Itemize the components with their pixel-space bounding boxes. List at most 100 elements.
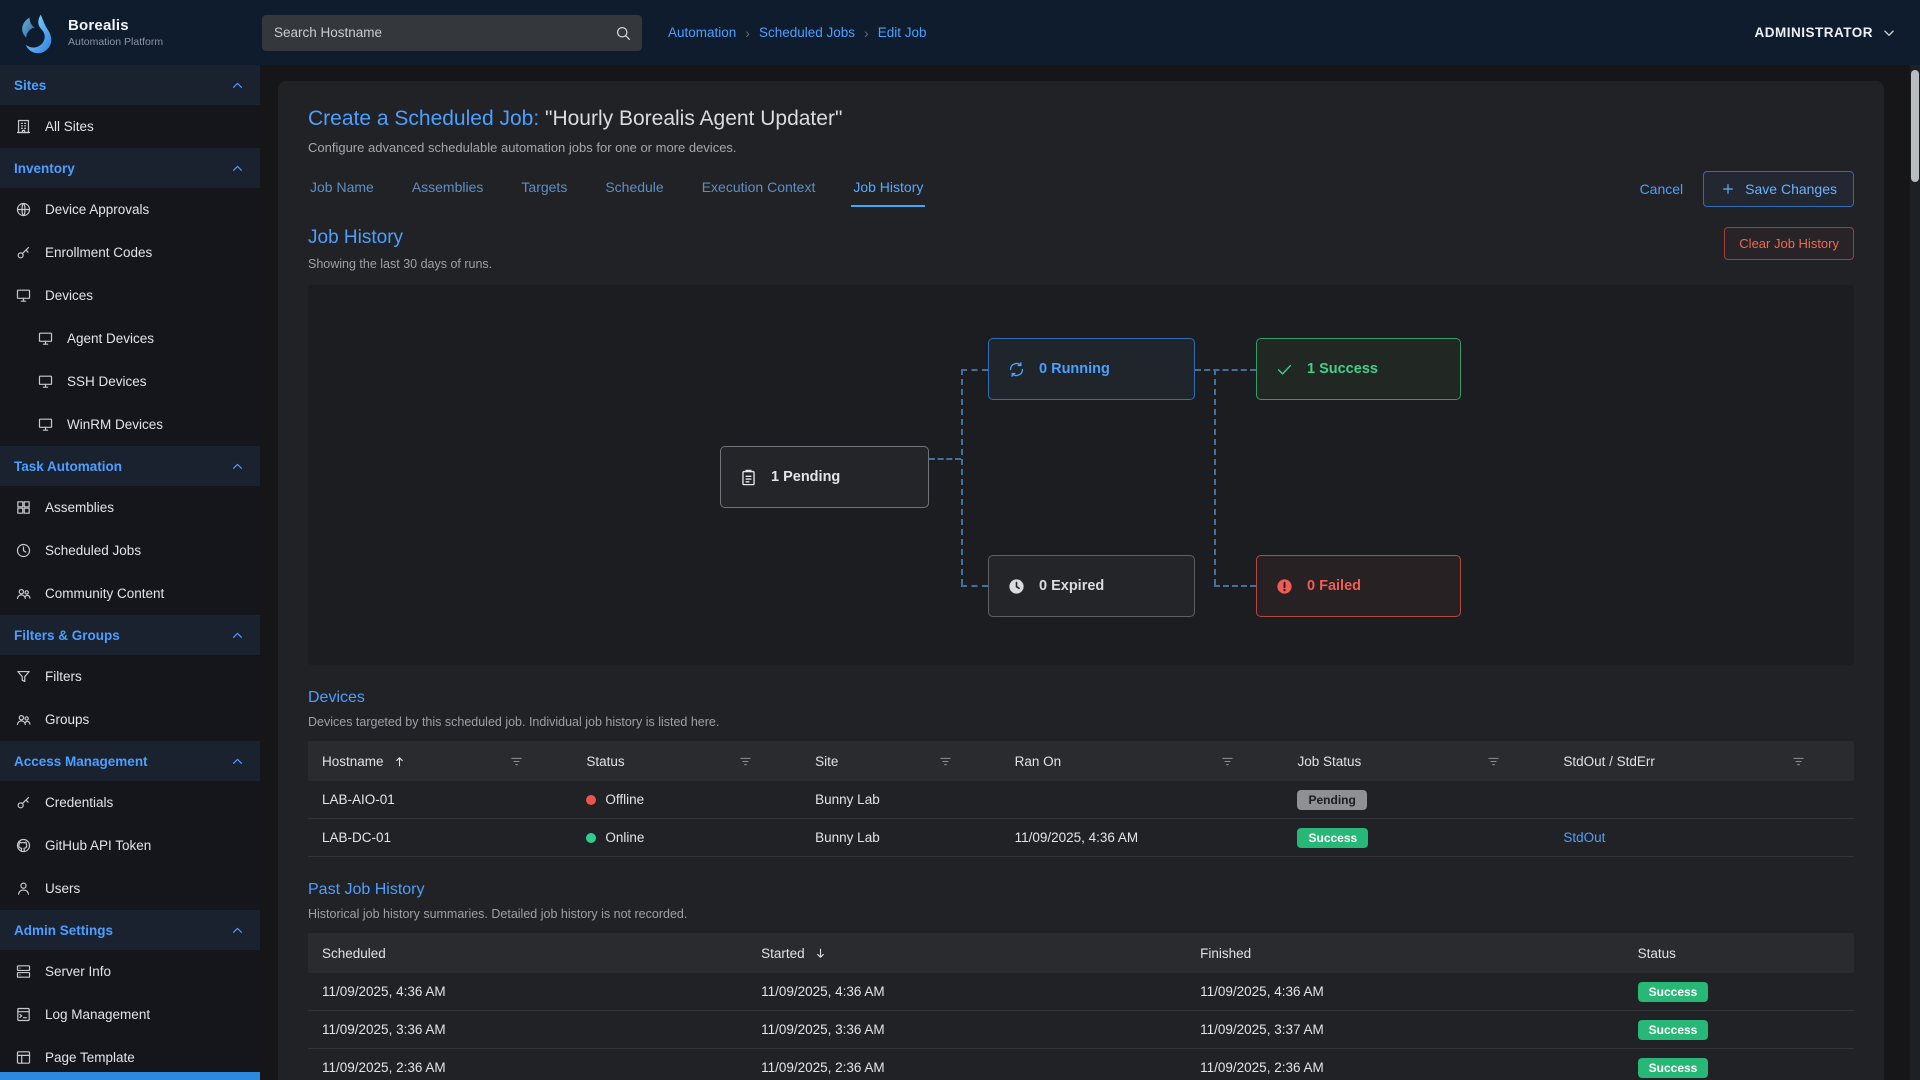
sidebar-item-agent-devices[interactable]: Agent Devices (0, 317, 260, 360)
sort-asc-icon[interactable] (392, 754, 407, 769)
page-subtitle: Configure advanced schedulable automatio… (308, 140, 1854, 155)
section-label: Admin Settings (14, 923, 113, 938)
borealis-logo-icon (14, 11, 58, 55)
flow-connector (929, 458, 961, 460)
flow-running-box[interactable]: 0 Running (988, 338, 1195, 400)
sidebar-section-sites[interactable]: Sites (0, 65, 260, 105)
flow-expired-box[interactable]: 0 Expired (988, 555, 1195, 617)
cancel-button[interactable]: Cancel (1640, 181, 1684, 197)
flow-failed-box[interactable]: 0 Failed (1256, 555, 1461, 617)
main-content: Create a Scheduled Job: "Hourly Borealis… (260, 65, 1920, 1080)
chevron-up-icon[interactable] (229, 160, 246, 177)
flow-pending-box[interactable]: 1 Pending (720, 446, 929, 508)
sidebar-item-github-api-token[interactable]: GitHub API Token (0, 824, 260, 867)
tab-targets[interactable]: Targets (519, 171, 569, 207)
search-icon[interactable] (614, 24, 632, 42)
col-status[interactable]: Status (1624, 946, 1854, 961)
sidebar-scroll-indicator[interactable] (0, 1072, 260, 1080)
history-row[interactable]: 11/09/2025, 2:36 AM 11/09/2025, 2:36 AM … (308, 1049, 1854, 1080)
item-label: Server Info (45, 964, 111, 979)
col-hostname[interactable]: Hostname (308, 754, 572, 769)
sidebar-item-scheduled-jobs[interactable]: Scheduled Jobs (0, 529, 260, 572)
sidebar-item-community-content[interactable]: Community Content (0, 572, 260, 615)
chevron-up-icon[interactable] (229, 922, 246, 939)
check-icon (1275, 360, 1294, 379)
history-row[interactable]: 11/09/2025, 4:36 AM 11/09/2025, 4:36 AM … (308, 973, 1854, 1011)
sidebar-item-server-info[interactable]: Server Info (0, 950, 260, 993)
filter-icon[interactable] (1220, 754, 1235, 769)
sidebar-item-credentials[interactable]: Credentials (0, 781, 260, 824)
search-box[interactable] (262, 15, 642, 51)
tab-schedule[interactable]: Schedule (603, 171, 665, 207)
col-finished[interactable]: Finished (1186, 946, 1624, 961)
sidebar-item-groups[interactable]: Groups (0, 698, 260, 741)
device-row[interactable]: LAB-AIO-01 Offline Bunny Lab Pending (308, 781, 1854, 819)
chevron-up-icon[interactable] (229, 458, 246, 475)
col-label: Job Status (1297, 754, 1361, 769)
history-row[interactable]: 11/09/2025, 3:36 AM 11/09/2025, 3:36 AM … (308, 1011, 1854, 1049)
finished-cell: 11/09/2025, 4:36 AM (1186, 984, 1624, 999)
chevron-up-icon[interactable] (229, 77, 246, 94)
filter-icon[interactable] (1486, 754, 1501, 769)
sidebar-item-filters[interactable]: Filters (0, 655, 260, 698)
sidebar-section-inventory[interactable]: Inventory (0, 148, 260, 188)
tab-job-name[interactable]: Job Name (308, 171, 376, 207)
tab-job-history[interactable]: Job History (851, 171, 925, 207)
breadcrumb-edit-job[interactable]: Edit Job (878, 25, 927, 40)
col-ran-on[interactable]: Ran On (1001, 754, 1284, 769)
sidebar-section-task-automation[interactable]: Task Automation (0, 446, 260, 486)
stdout-link[interactable]: StdOut (1563, 830, 1605, 845)
col-site[interactable]: Site (801, 754, 1000, 769)
sidebar-item-users[interactable]: Users (0, 867, 260, 910)
sidebar: Sites All Sites Inventory Device Approva… (0, 65, 260, 1080)
breadcrumb-automation[interactable]: Automation (668, 25, 736, 40)
breadcrumb-scheduled-jobs[interactable]: Scheduled Jobs (759, 25, 855, 40)
sort-desc-icon[interactable] (813, 946, 828, 961)
flow-success-label: 1 Success (1307, 361, 1378, 377)
item-label: Filters (45, 669, 82, 684)
sidebar-item-all-sites[interactable]: All Sites (0, 105, 260, 148)
sidebar-item-assemblies[interactable]: Assemblies (0, 486, 260, 529)
tab-execution-context[interactable]: Execution Context (700, 171, 818, 207)
device-row[interactable]: LAB-DC-01 Online Bunny Lab 11/09/2025, 4… (308, 819, 1854, 857)
filter-icon[interactable] (738, 754, 753, 769)
col-stdout-stderr[interactable]: StdOut / StdErr (1549, 754, 1854, 769)
sidebar-section-access-management[interactable]: Access Management (0, 741, 260, 781)
flow-success-box[interactable]: 1 Success (1256, 338, 1461, 400)
col-scheduled[interactable]: Scheduled (308, 946, 747, 961)
clipboard-icon (739, 468, 758, 487)
filter-icon[interactable] (938, 754, 953, 769)
sidebar-item-winrm-devices[interactable]: WinRM Devices (0, 403, 260, 446)
sidebar-item-enrollment-codes[interactable]: Enrollment Codes (0, 231, 260, 274)
item-label: Users (45, 881, 80, 896)
tab-assemblies[interactable]: Assemblies (410, 171, 486, 207)
sidebar-item-log-management[interactable]: Log Management (0, 993, 260, 1036)
col-job-status[interactable]: Job Status (1283, 754, 1549, 769)
col-started[interactable]: Started (747, 946, 1186, 961)
breadcrumb-separator: › (864, 25, 869, 41)
col-status[interactable]: Status (572, 754, 801, 769)
sidebar-section-filters-groups[interactable]: Filters & Groups (0, 615, 260, 655)
chevron-up-icon[interactable] (229, 753, 246, 770)
vertical-scrollbar[interactable] (1910, 65, 1920, 1080)
people-icon (15, 711, 32, 728)
sidebar-item-devices[interactable]: Devices (0, 274, 260, 317)
item-label: Page Template (45, 1050, 135, 1065)
sidebar-section-admin-settings[interactable]: Admin Settings (0, 910, 260, 950)
save-changes-button[interactable]: Save Changes (1703, 171, 1854, 207)
scrollbar-thumb[interactable] (1911, 70, 1919, 182)
log-icon (15, 1006, 32, 1023)
col-label: Status (586, 754, 624, 769)
sidebar-item-device-approvals[interactable]: Device Approvals (0, 188, 260, 231)
col-label: Status (1638, 946, 1676, 961)
sidebar-item-ssh-devices[interactable]: SSH Devices (0, 360, 260, 403)
filter-icon[interactable] (509, 754, 524, 769)
brand[interactable]: Borealis Automation Platform (0, 0, 260, 65)
user-menu[interactable]: ADMINISTRATOR (1755, 24, 1899, 42)
chevron-up-icon[interactable] (229, 627, 246, 644)
hostname-cell: LAB-DC-01 (308, 830, 572, 845)
search-input[interactable] (262, 15, 642, 51)
building-icon (15, 118, 32, 135)
filter-icon[interactable] (1791, 754, 1806, 769)
clear-job-history-button[interactable]: Clear Job History (1724, 227, 1854, 260)
